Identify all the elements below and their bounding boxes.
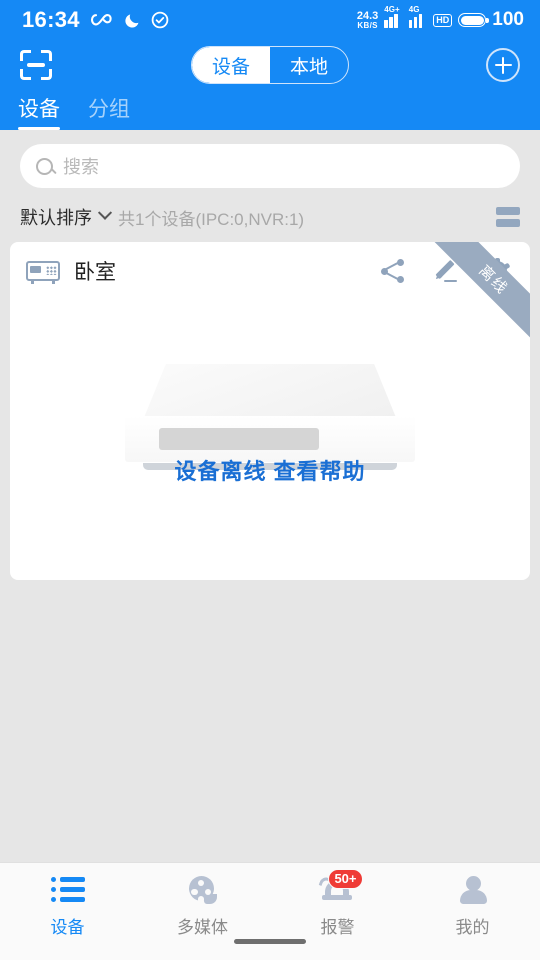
battery-icon (458, 13, 489, 27)
signal-2-label: 4G (408, 4, 420, 14)
moon-icon (125, 14, 139, 28)
app-header: 16:34 24.3 KB/S 4G+ 4G HD 100 设备 本地 设备 分… (0, 0, 540, 130)
device-card[interactable]: 卧室 离线 设备离线 查看帮助 (10, 242, 530, 580)
segment-local[interactable]: 本地 (270, 47, 348, 83)
list-icon (50, 875, 85, 905)
header-tabs: 设备 分组 (0, 90, 540, 130)
alarm-badge: 50+ (328, 869, 363, 890)
nav-label-devices: 设备 (50, 918, 85, 937)
signal-icon-1: 4G+ (384, 5, 403, 28)
hd-icon: HD (433, 13, 453, 27)
add-device-button[interactable] (486, 48, 520, 82)
status-bar-right: 24.3 KB/S 4G+ 4G HD 100 (356, 5, 524, 31)
list-view-toggle-icon[interactable] (496, 207, 520, 227)
status-bar-left: 16:34 (22, 7, 169, 33)
scan-icon[interactable] (20, 50, 52, 80)
person-icon (456, 875, 490, 905)
signal-icon-2: 4G (408, 5, 428, 28)
tab-groups[interactable]: 分组 (88, 93, 130, 130)
alarm-bell-icon: 50+ (318, 869, 363, 905)
network-speed-unit: KB/S (357, 20, 378, 30)
nav-item-profile[interactable]: 我的 (405, 875, 540, 938)
search-icon (36, 157, 53, 175)
signal-1-label: 4G+ (384, 4, 400, 14)
check-circle-icon (151, 11, 169, 29)
top-toolbar: 设备 本地 (0, 40, 540, 90)
sort-label[interactable]: 默认排序 (20, 204, 92, 230)
home-indicator (234, 939, 306, 944)
device-name: 卧室 (74, 261, 116, 284)
nav-item-devices[interactable]: 设备 (0, 875, 135, 938)
nav-item-alarm[interactable]: 50+ 报警 (270, 869, 405, 938)
device-count-label: 共1个设备(IPC:0,NVR:1) (118, 209, 305, 229)
nav-label-profile: 我的 (455, 918, 490, 937)
bottom-navigation: 设备 多媒体 50+ 报警 我的 (0, 862, 540, 960)
search-input[interactable]: 搜索 (63, 153, 99, 179)
nav-label-multimedia: 多媒体 (177, 918, 228, 937)
app-root: 16:34 24.3 KB/S 4G+ 4G HD 100 设备 本地 设备 分… (0, 0, 540, 960)
network-speed-value: 24.3 (356, 9, 379, 22)
chevron-down-icon[interactable] (97, 205, 113, 220)
sort-row: 默认排序 共1个设备(IPC:0,NVR:1) (0, 188, 540, 242)
infinity-icon (90, 14, 112, 26)
device-local-segmented-control[interactable]: 设备 本地 (191, 46, 349, 84)
battery-percent: 100 (492, 9, 524, 30)
film-reel-icon (186, 875, 220, 905)
search-section: 搜索 (0, 130, 540, 188)
nav-label-alarm: 报警 (320, 918, 355, 937)
status-time: 16:34 (22, 7, 80, 32)
nav-item-multimedia[interactable]: 多媒体 (135, 875, 270, 938)
status-bar: 16:34 24.3 KB/S 4G+ 4G HD 100 (0, 0, 540, 40)
tab-devices[interactable]: 设备 (18, 93, 60, 130)
share-icon[interactable] (380, 258, 406, 284)
network-speed-indicator: 24.3 KB/S (356, 9, 379, 30)
segment-device[interactable]: 设备 (192, 47, 270, 83)
nvr-device-icon (26, 261, 60, 284)
offline-help-text[interactable]: 设备离线 查看帮助 (10, 454, 530, 486)
search-bar[interactable]: 搜索 (20, 144, 520, 188)
